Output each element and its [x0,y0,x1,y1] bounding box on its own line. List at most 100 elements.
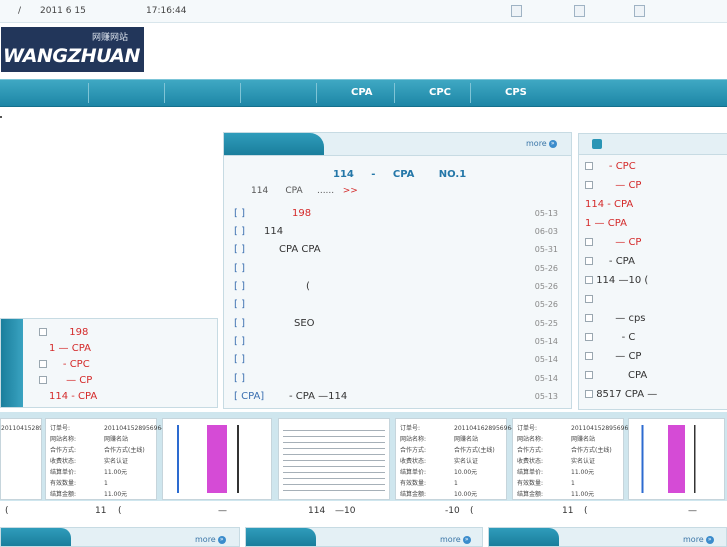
bottom-panel-tab[interactable] [246,528,316,546]
bullet-icon [585,238,593,246]
news-row[interactable]: [ ] 05-26 [234,263,564,279]
doc-line: 1 [104,480,108,487]
row-date: 05-26 [534,300,558,309]
gallery-card[interactable]: 20110415289569647 [0,418,42,500]
right-list-item[interactable] [585,294,593,305]
doc-line: 11.00元 [571,491,595,498]
summary-part: CPA [285,186,303,196]
payment-doc-values: 20110416289569647 网赚名站 合作方式(主线) 实名认证 10.00元 1… [454,423,519,500]
right-list-item[interactable]: — cps [585,313,646,324]
left-panel-tab[interactable] [1,319,23,407]
bottom-more-link[interactable]: more» [195,535,226,544]
nav-item-cps[interactable]: CPS [505,87,527,98]
gallery-card[interactable] [278,418,390,500]
right-list-item[interactable]: — CP [585,180,641,191]
left-item-text: 114 - CPA [49,391,98,402]
right-list-item[interactable]: CPA [585,370,647,381]
bullet-icon [585,276,593,284]
left-list-item[interactable]: 1 — CPA [49,343,91,354]
site-logo[interactable]: 网赚网站 WANGZHUAN [1,27,144,72]
right-list-item[interactable]: 1 — CPA [585,218,627,229]
gallery-caption: 11 [562,506,574,516]
info-icon[interactable] [511,5,522,17]
logo-english-text: WANGZHUAN [3,45,140,67]
nav-item-cpa[interactable]: CPA [351,87,373,98]
bottom-more-link[interactable]: more» [683,535,714,544]
nav-divider [470,83,471,103]
news-row[interactable]: [ ] 05-14 [234,336,564,352]
headline-part: NO.1 [438,169,467,180]
bottom-panel-tab[interactable] [489,528,559,546]
news-row[interactable]: [ ] 198 05-13 [234,208,564,224]
right-list-item[interactable]: — CP [585,237,641,248]
doc-line: 网赚名站 [571,436,596,443]
news-row[interactable]: [ ] CPA CPA 05-31 [234,244,564,260]
right-item-text: 1 — CPA [585,218,627,229]
row-date: 05-31 [534,245,558,254]
left-list-item[interactable]: 198 [39,327,88,338]
news-panel-header: more» [224,133,571,156]
home-icon[interactable] [634,5,645,17]
news-row[interactable]: [ ] (05-26 [234,281,564,297]
payment-doc-labels: 订单号: 网站名称: 合作方式: 收费状态: 结算单价: 有效数量: 结算金额: [517,425,544,498]
row-title: ( [306,281,310,292]
news-row[interactable]: [ ] SEO 05-25 [234,318,564,334]
doc-line: 1 [454,480,458,487]
row-title: SEO [294,318,315,329]
news-row[interactable]: [ ] 114 06-03 [234,226,564,242]
gallery-caption: — [218,506,227,516]
nav-item-cpc[interactable]: CPC [429,87,451,98]
headline-summary: 114 CPA ...... >> [251,186,358,196]
news-row[interactable]: [ ] 05-14 [234,373,564,389]
right-list-item[interactable]: 8517 CPA — [585,389,657,400]
right-sidebar-panel: - CPC — CP 114 - CPA 1 — CPA — CP - CPA … [578,133,727,410]
left-list-item[interactable]: 114 - CPA [49,391,97,402]
right-list-item[interactable]: - CPA [585,256,635,267]
right-list-item[interactable]: — CP [585,351,641,362]
right-item-text: - CPC [608,161,636,172]
row-category: [ ] [234,281,245,292]
news-row[interactable]: [ ] 05-26 [234,299,564,315]
bookmark-icon[interactable] [574,5,585,17]
bullet-icon [585,314,593,322]
bullet-icon [585,295,593,303]
doc-line: 10.00元 [454,469,478,476]
news-row[interactable]: [ ] 05-14 [234,354,564,370]
row-category: [ ] [234,299,245,310]
read-more-link[interactable]: >> [343,186,358,196]
left-list-item[interactable]: — CP [39,375,92,386]
gallery-card[interactable]: 订单号: 网站名称: 合作方式: 收费状态: 结算单价: 有效数量: 结算金额: 20110… [395,418,519,500]
row-category: [ ] [234,226,245,237]
doc-line: 合作方式(主线) [454,447,495,454]
top-bar: / 2011 6 15 17:16:44 [0,0,727,23]
bottom-more-link[interactable]: more» [440,535,471,544]
payment-doc-values: 20110415289569647 网赚名站 合作方式(主线) 实名认证 11.00元 1… [104,423,169,500]
nav-divider [316,83,317,103]
gallery-card[interactable] [628,418,725,500]
left-list-item[interactable]: - CPC [39,359,90,370]
bottom-panel-tab[interactable] [1,528,71,546]
news-more-link[interactable]: more» [526,139,557,148]
payment-doc-labels: 订单号: 网站名称: 合作方式: 收费状态: 结算单价: 有效数量: 结算金额: [400,425,427,498]
right-list-item[interactable]: 114 —10 ( [585,275,648,286]
gallery-card[interactable] [162,418,272,500]
headline-part: CPA [392,169,415,180]
doc-line: 1 [571,480,575,487]
bullet-icon [585,257,593,265]
gallery-caption: ( [5,506,9,516]
doc-line: 11.00元 [104,491,128,498]
right-list-item[interactable]: - CPC [585,161,636,172]
bottom-panel-header: more» [488,527,727,547]
gallery-card[interactable]: 订单号: 网站名称: 合作方式: 收费状态: 结算单价: 有效数量: 结算金额: 20110… [45,418,169,500]
headline[interactable]: 114 - CPA NO.1 [333,169,466,180]
payment-doc-values: 20110415289569647 网赚名站 合作方式(主线) 实名认证 11.00元 1… [571,423,636,500]
more-arrow-icon: » [548,139,557,148]
right-list-item[interactable]: 114 - CPA [585,199,633,210]
bullet-icon [585,333,593,341]
right-list-item[interactable]: - C [585,332,635,343]
gallery-card[interactable]: 订单号: 网站名称: 合作方式: 收费状态: 结算单价: 有效数量: 结算金额: 20110… [512,418,636,500]
doc-line: 合作方式(主线) [104,447,145,454]
nav-divider [88,83,89,103]
news-row[interactable]: [ CPA] - CPA —114 05-13 [234,391,564,407]
news-panel-tab[interactable] [224,133,324,155]
